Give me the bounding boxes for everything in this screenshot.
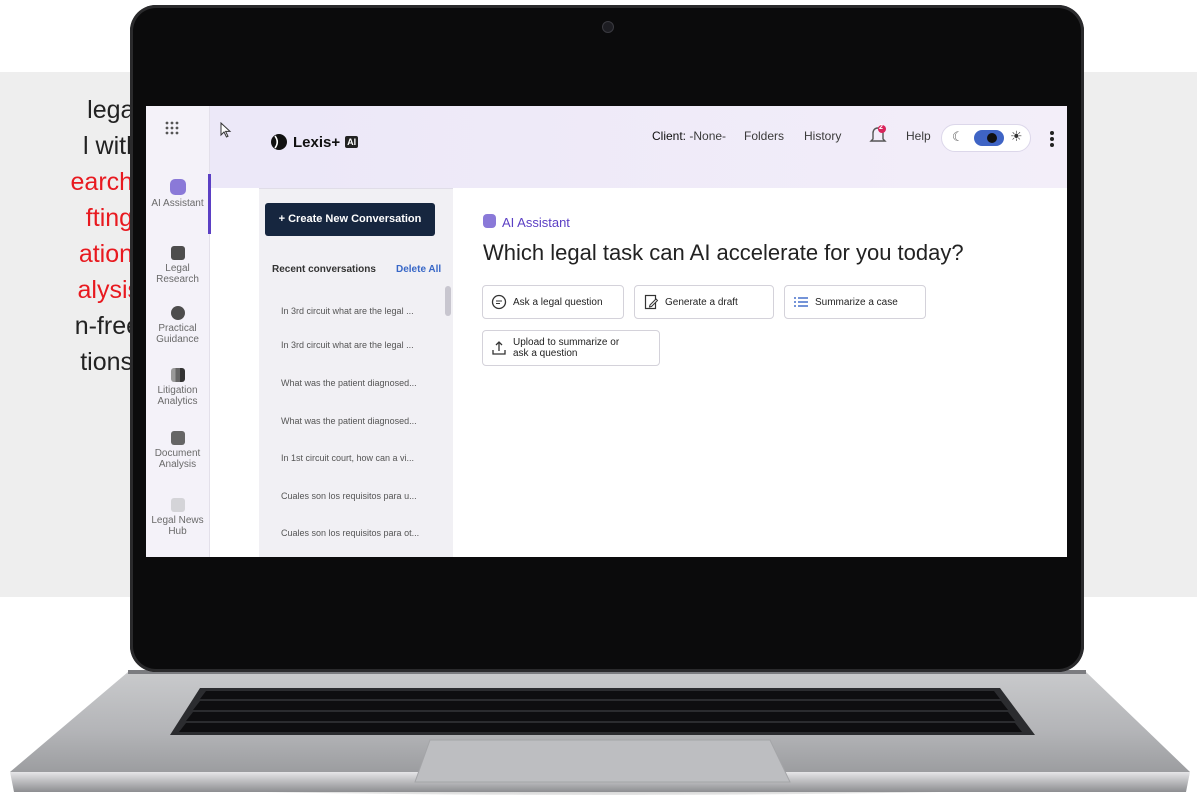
conversation-item[interactable]: In 3rd circuit what are the legal ... <box>281 340 414 350</box>
notification-bell-icon[interactable]: 2 <box>869 124 887 145</box>
rail-item-ai-assistant[interactable]: AI Assistant <box>146 179 209 209</box>
folders-link[interactable]: Folders <box>744 129 784 143</box>
delete-all-link[interactable]: Delete All <box>396 264 441 275</box>
brand-logo[interactable]: Lexis+ AI <box>270 133 359 151</box>
help-link[interactable]: Help <box>906 129 931 143</box>
plus-icon: + <box>278 213 289 225</box>
upload-summarize-button[interactable]: Upload to summarize or ask a question <box>482 330 660 366</box>
app-grid-icon[interactable] <box>164 120 180 136</box>
copy-line: legal <box>87 96 140 124</box>
theme-toggle[interactable]: ☾ ☀ <box>941 124 1031 152</box>
mouse-cursor-icon <box>220 122 232 138</box>
sun-icon: ☀ <box>1010 128 1023 144</box>
conversation-item[interactable]: Cuales son los requisitos para u... <box>281 491 417 501</box>
generate-draft-button[interactable]: Generate a draft <box>634 285 774 319</box>
rail-label: Litigation Analytics <box>157 385 198 407</box>
practical-guidance-icon <box>170 306 185 320</box>
notification-count: 2 <box>879 124 883 131</box>
copy-line: n-free <box>74 312 140 340</box>
page-heading: Which legal task can AI accelerate for y… <box>483 240 964 265</box>
rail-item-litigation-analytics[interactable]: Litigation Analytics <box>146 368 209 407</box>
copy-line: alysis <box>77 276 140 304</box>
copy-line: tions. <box>80 348 140 376</box>
copy-line: ation, <box>78 240 140 268</box>
conversation-item[interactable]: Cuales son los requisitos para ot... <box>281 528 419 538</box>
copy-line: l with <box>83 132 140 160</box>
ask-legal-question-button[interactable]: Ask a legal question <box>482 285 624 319</box>
draft-pen-icon <box>644 294 659 310</box>
ai-assistant-icon <box>169 179 186 195</box>
copy-line: earch, <box>70 168 140 196</box>
lexis-logo-icon <box>271 134 287 150</box>
recent-conversations-label: Recent conversations <box>272 264 376 275</box>
rail-label: Legal News Hub <box>151 515 204 537</box>
chip-label: Summarize a case <box>815 296 898 308</box>
marketing-copy: legal l with earch, fting, ation, alysis… <box>0 92 140 380</box>
conversation-item[interactable]: What was the patient diagnosed... <box>281 378 417 388</box>
conversation-item[interactable]: In 1st circuit court, how can a vi... <box>281 453 414 463</box>
chat-bubble-icon <box>491 294 507 310</box>
rail-label: AI Assistant <box>151 198 204 209</box>
litigation-analytics-icon <box>170 368 185 382</box>
camera-icon <box>602 21 614 33</box>
rail-label: Legal Research <box>156 263 199 285</box>
moon-icon: ☾ <box>952 129 964 144</box>
conversations-panel <box>259 188 453 557</box>
client-selector[interactable]: Client: -None- <box>652 129 726 143</box>
section-title: AI Assistant <box>502 215 570 230</box>
rail-item-legal-research[interactable]: Legal Research <box>146 246 209 285</box>
upload-icon <box>492 341 506 355</box>
legal-research-icon <box>170 246 185 260</box>
history-link[interactable]: History <box>804 129 841 143</box>
chip-label: Upload to summarize or ask a question <box>513 337 620 359</box>
app-screen: AI Assistant Legal Research Practical Gu… <box>146 106 1067 557</box>
copy-line: fting, <box>85 204 140 232</box>
brand-name: Lexis+ <box>293 133 341 151</box>
legal-news-hub-icon <box>170 498 185 512</box>
client-label: Client: <box>652 129 687 143</box>
document-analysis-icon <box>170 431 185 445</box>
conversation-item[interactable]: In 3rd circuit what are the legal ... <box>281 306 414 316</box>
create-button-label: Create New Conversation <box>288 213 422 225</box>
rail-label: Document Analysis <box>154 448 201 470</box>
create-conversation-button[interactable]: + Create New Conversation <box>265 203 435 236</box>
summarize-case-button[interactable]: Summarize a case <box>784 285 926 319</box>
chip-label: Ask a legal question <box>513 296 603 308</box>
conversation-scrollbar[interactable] <box>445 286 451 316</box>
active-rail-indicator <box>208 174 211 234</box>
rail-item-document-analysis[interactable]: Document Analysis <box>146 431 209 470</box>
laptop-base <box>10 670 1190 792</box>
client-value: -None- <box>689 129 727 143</box>
rail-item-practical-guidance[interactable]: Practical Guidance <box>146 306 209 345</box>
ai-assistant-icon <box>483 214 496 228</box>
list-icon <box>794 297 808 307</box>
rail-label: Practical Guidance <box>156 323 199 345</box>
rail-item-legal-news-hub[interactable]: Legal News Hub <box>146 498 209 537</box>
conversation-item[interactable]: What was the patient diagnosed... <box>281 416 417 426</box>
more-options-icon[interactable] <box>1049 130 1055 148</box>
brand-ai-badge: AI <box>345 136 359 148</box>
chip-label: Generate a draft <box>665 296 738 308</box>
side-rail: AI Assistant Legal Research Practical Gu… <box>146 106 210 557</box>
toggle-knob <box>987 133 997 143</box>
